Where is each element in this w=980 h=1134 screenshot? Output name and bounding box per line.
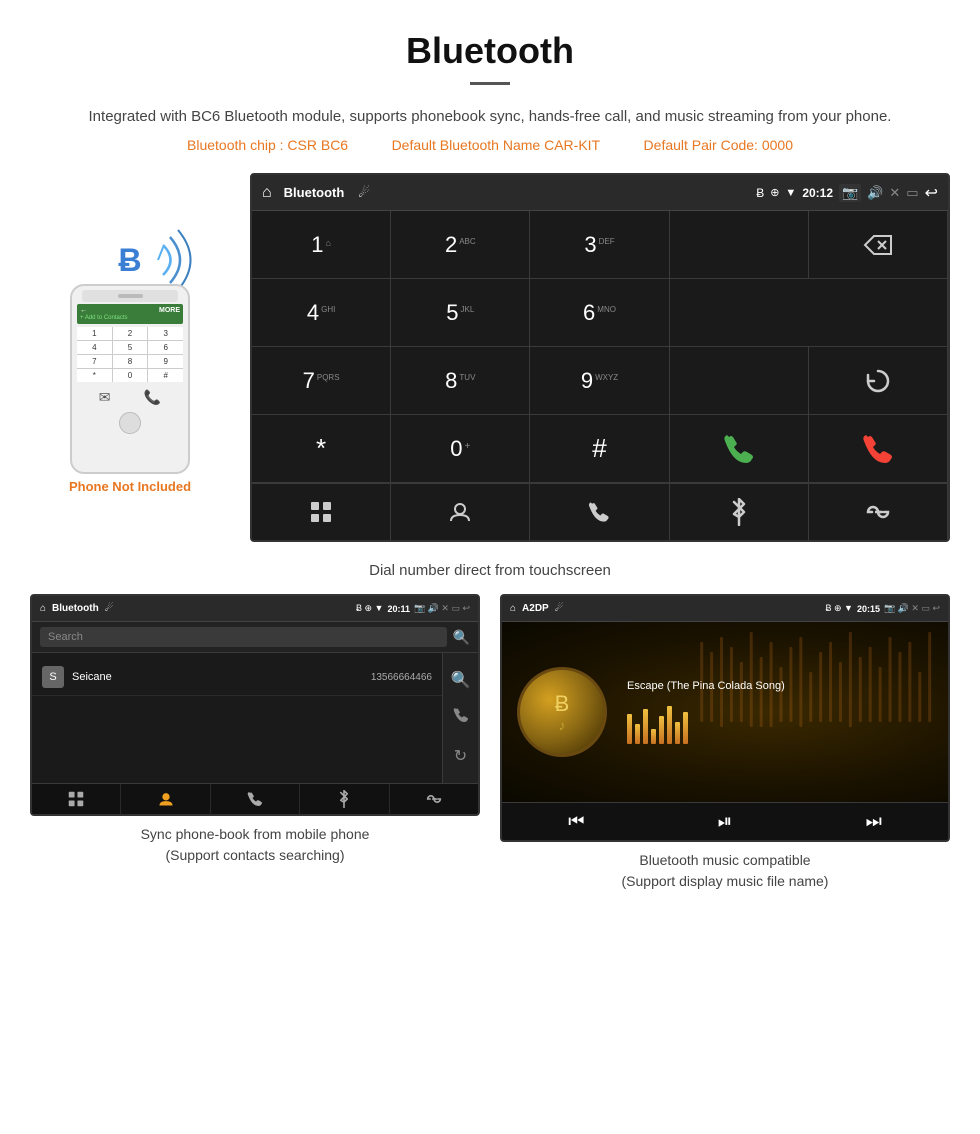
phonebook-card: ⌂ Bluetooth ☄ Ƀ ⊕ ▼ 20:11 📷 🔊 ✕ ▭ ↩ Sear… [30, 594, 480, 892]
dial-key-1[interactable]: 1 ⌂ [252, 211, 391, 279]
specs-line: Bluetooth chip : CSR BC6 Default Bluetoo… [80, 137, 900, 153]
a2dp-status-title: A2DP [522, 603, 549, 614]
music-screen: ⌂ A2DP ☄ Ƀ ⊕ ▼ 20:15 📷 🔊 ✕ ▭ ↩ [500, 594, 950, 842]
a2dp-time: 20:15 [857, 604, 880, 614]
status-bar-right: Ƀ ⊕ ▼ 20:12 📷 🔊 ✕ ▭ ↩ [756, 183, 938, 203]
volume-icon[interactable]: 🔊 [867, 185, 883, 201]
dial-key-6[interactable]: 6 MNO [530, 279, 669, 347]
car-display-main: ⌂ Bluetooth ☄ Ƀ ⊕ ▼ 20:12 📷 🔊 ✕ ▭ ↩ [250, 173, 950, 542]
side-phone-icon[interactable] [453, 707, 469, 728]
spec-name: Default Bluetooth Name CAR-KIT [392, 137, 601, 153]
phone-device: ← MORE + Add to Contacts 1 2 3 4 5 6 7 8… [70, 284, 190, 474]
time-display: 20:12 [802, 186, 833, 200]
grid-nav-button[interactable] [252, 484, 391, 540]
play-pause-button[interactable]: ⏯ [651, 811, 800, 832]
next-track-button[interactable]: ⏭ [799, 811, 948, 832]
spec-code: Default Pair Code: 0000 [644, 137, 793, 153]
music-card: ⌂ A2DP ☄ Ƀ ⊕ ▼ 20:15 📷 🔊 ✕ ▭ ↩ [500, 594, 950, 892]
side-refresh-icon[interactable]: ↻ [454, 746, 467, 766]
call-icon [723, 433, 755, 465]
phone-not-included-label: Phone Not Included [69, 479, 191, 494]
dialpad-screen: ⌂ Bluetooth ☄ Ƀ ⊕ ▼ 20:12 📷 🔊 ✕ ▭ ↩ [250, 173, 950, 542]
pb-phone-btn[interactable] [211, 784, 300, 814]
main-content: Ƀ ← MORE + Add to Contacts 1 [0, 173, 980, 542]
phone-nav-button[interactable] [530, 484, 669, 540]
bluetooth-symbol-icon: Ƀ [118, 242, 141, 279]
pb-bt-btn[interactable] [300, 784, 389, 814]
caption-main: Dial number direct from touchscreen [0, 552, 980, 594]
music-controls: ⏮ ⏯ ⏭ [502, 802, 948, 840]
page-title: Bluetooth [80, 30, 900, 72]
link-icon [864, 501, 892, 523]
pb-link-btn[interactable] [390, 784, 478, 814]
phone-section: Ƀ ← MORE + Add to Contacts 1 [30, 173, 230, 542]
bluetooth-nav-button[interactable] [670, 484, 809, 540]
description-text: Integrated with BC6 Bluetooth module, su… [80, 105, 900, 129]
end-call-button[interactable] [809, 415, 948, 483]
dialpad-grid: 1 ⌂ 2 ABC 3 DEF [252, 211, 948, 483]
bottom-screenshots: ⌂ Bluetooth ☄ Ƀ ⊕ ▼ 20:11 📷 🔊 ✕ ▭ ↩ Sear… [0, 594, 980, 892]
bottom-nav-bar [252, 483, 948, 540]
status-bar-left: ⌂ Bluetooth ☄ [262, 184, 370, 202]
status-bar-main: ⌂ Bluetooth ☄ Ƀ ⊕ ▼ 20:12 📷 🔊 ✕ ▭ ↩ [252, 175, 948, 211]
album-bluetooth-icon: Ƀ [555, 691, 570, 717]
phone-icon [588, 501, 610, 523]
grid-icon [310, 501, 332, 523]
backspace-key[interactable] [809, 211, 948, 279]
music-caption: Bluetooth music compatible (Support disp… [500, 850, 950, 892]
dial-key-9[interactable]: 9 WXYZ [530, 347, 669, 415]
dial-key-7[interactable]: 7 PQRS [252, 347, 391, 415]
prev-track-button[interactable]: ⏮ [502, 811, 651, 832]
window-icon[interactable]: ▭ [906, 185, 918, 201]
refresh-key[interactable] [809, 347, 948, 415]
dial-key-5[interactable]: 5 JKL [391, 279, 530, 347]
signal-icon: ▼ [785, 187, 796, 199]
end-call-icon [862, 433, 894, 465]
close-icon[interactable]: ✕ [889, 185, 900, 201]
contacts-nav-button[interactable] [391, 484, 530, 540]
back-icon[interactable]: ↩ [925, 183, 938, 203]
phonebook-status-title: Bluetooth [52, 603, 99, 614]
dial-key-4[interactable]: 4 GHI [252, 279, 391, 347]
dial-key-hash[interactable]: # [530, 415, 669, 483]
bluetooth-waves-illustration: Ƀ [118, 242, 141, 279]
phonebook-caption: Sync phone-book from mobile phone (Suppo… [30, 824, 480, 866]
dial-key-star[interactable]: * [252, 415, 391, 483]
dial-key-2[interactable]: 2 ABC [391, 211, 530, 279]
phonebook-time: 20:11 [387, 604, 410, 614]
location-icon: ⊕ [770, 186, 779, 199]
home-icon[interactable]: ⌂ [262, 184, 272, 202]
album-note-icon: ♪ [559, 717, 566, 733]
spec-chip: Bluetooth chip : CSR BC6 [187, 137, 348, 153]
side-search-icon[interactable]: 🔍 [451, 670, 471, 690]
link-nav-button[interactable] [809, 484, 948, 540]
pb-grid-btn[interactable] [32, 784, 121, 814]
contact-avatar: S [42, 666, 64, 688]
person-icon [449, 501, 471, 523]
phonebook-screen: ⌂ Bluetooth ☄ Ƀ ⊕ ▼ 20:11 📷 🔊 ✕ ▭ ↩ Sear… [30, 594, 480, 816]
contact-number: 13566664466 [371, 672, 432, 683]
backspace-icon [863, 234, 893, 256]
display-field [670, 211, 809, 279]
usb-icon: ☄ [358, 185, 370, 201]
empty-cell-2 [670, 347, 809, 415]
header-section: Bluetooth Integrated with BC6 Bluetooth … [0, 0, 980, 173]
dial-key-8[interactable]: 8 TUV [391, 347, 530, 415]
title-divider [470, 82, 510, 85]
pb-contacts-btn[interactable] [121, 784, 210, 814]
refresh-icon [864, 367, 892, 395]
bluetooth-nav-icon [730, 498, 748, 526]
bluetooth-status-icon: Ƀ [756, 186, 764, 200]
camera-icon[interactable]: 📷 [839, 184, 861, 202]
call-button[interactable] [670, 415, 809, 483]
empty-cell-1 [670, 279, 948, 347]
dial-key-3[interactable]: 3 DEF [530, 211, 669, 279]
contact-name: Seicane [72, 671, 371, 683]
phonebook-search-field[interactable]: Search [40, 627, 447, 647]
song-title: Escape (The Pina Colada Song) [627, 680, 933, 692]
eq-bars [627, 704, 933, 744]
status-screen-title: Bluetooth [284, 185, 345, 200]
dial-key-0[interactable]: 0 + [391, 415, 530, 483]
